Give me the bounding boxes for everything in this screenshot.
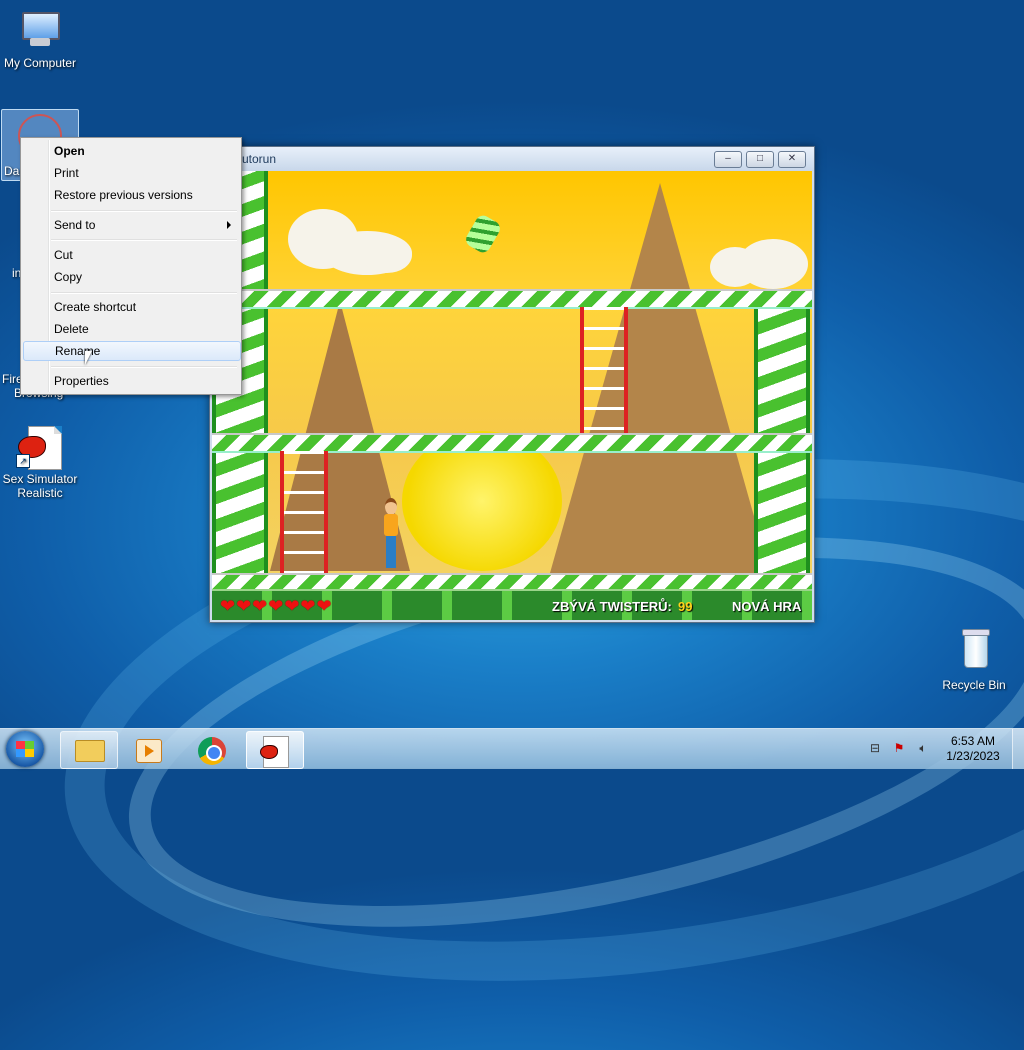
desktop-icon-recycle-bin[interactable]: Recycle Bin — [934, 629, 1014, 692]
desktop-icon-label: Sex Simulator Realistic — [2, 472, 78, 500]
taskbar-media-player[interactable] — [120, 731, 176, 767]
flag-icon[interactable]: ⚑ — [892, 741, 906, 755]
context-menu: Open Print Restore previous versions Sen… — [20, 137, 242, 395]
menu-separator — [51, 366, 237, 368]
show-desktop-button[interactable] — [1012, 729, 1024, 769]
cloud — [362, 237, 412, 273]
twister-candy — [463, 212, 503, 256]
menu-separator — [51, 239, 237, 241]
system-tray: ⊟ ⚑ 🔈︎ — [864, 739, 934, 759]
taskbar: ⊟ ⚑ 🔈︎ 6:53 AM 1/23/2023 — [0, 728, 1024, 769]
platform-floor — [212, 433, 812, 453]
desktop-icon-label: Da — [4, 164, 20, 178]
media-player-icon — [136, 739, 162, 763]
ladder — [280, 451, 328, 573]
window-titlebar[interactable]: utorun – □ ✕ — [210, 147, 814, 171]
shortcut-arrow-icon: ↗ — [16, 454, 30, 468]
candy-pillar — [754, 449, 810, 577]
clock-time: 6:53 AM — [950, 734, 996, 748]
game-window[interactable]: utorun – □ ✕ ❤❤❤❤❤❤❤ ZBÝVÁ TWISTERŮ: 99 — [209, 146, 815, 623]
candy-pillar — [754, 307, 810, 435]
window-title: utorun — [242, 152, 277, 166]
menu-item-print[interactable]: Print — [23, 163, 239, 183]
close-button[interactable]: ✕ — [778, 151, 806, 168]
menu-item-open[interactable]: Open — [23, 141, 239, 161]
mouse-cursor-icon — [85, 351, 99, 365]
taskbar-explorer[interactable] — [60, 731, 118, 769]
candy-pillar — [212, 449, 268, 577]
menu-item-rename[interactable]: Rename — [23, 341, 241, 361]
game-canvas[interactable]: ❤❤❤❤❤❤❤ ZBÝVÁ TWISTERŮ: 99 NOVÁ HRA — [212, 171, 812, 620]
computer-icon — [16, 8, 64, 52]
taskbar-game[interactable] — [246, 731, 304, 769]
document-icon: ↗ — [16, 424, 64, 470]
desktop-icon-my-computer[interactable]: My Computer — [0, 8, 80, 70]
start-icon — [16, 741, 34, 757]
remaining-count: 99 — [678, 599, 693, 614]
menu-item-create-shortcut[interactable]: Create shortcut — [23, 297, 239, 317]
menu-separator — [51, 210, 237, 212]
platform-floor — [212, 289, 812, 309]
recycle-bin-icon — [950, 629, 998, 674]
start-button[interactable] — [6, 731, 44, 767]
menu-separator — [51, 292, 237, 294]
submenu-arrow-icon — [227, 221, 231, 229]
clock-date: 1/23/2023 — [946, 749, 1000, 763]
remaining-label: ZBÝVÁ TWISTERŮ: — [552, 599, 672, 614]
ladder — [580, 307, 628, 433]
menu-item-send-to[interactable]: Send to — [23, 215, 239, 235]
lives-hearts: ❤❤❤❤❤❤❤ — [220, 596, 333, 616]
menu-item-cut[interactable]: Cut — [23, 245, 239, 265]
desktop-icon-sex-simulator[interactable]: ↗ Sex Simulator Realistic — [0, 424, 80, 500]
menu-item-properties[interactable]: Properties — [23, 371, 239, 391]
network-icon[interactable]: ⊟ — [868, 741, 882, 755]
chrome-icon — [198, 737, 226, 765]
maximize-button[interactable]: □ — [746, 151, 774, 168]
folder-icon — [75, 740, 105, 762]
menu-item-copy[interactable]: Copy — [23, 267, 239, 287]
minimize-button[interactable]: – — [714, 151, 742, 168]
menu-item-delete[interactable]: Delete — [23, 319, 239, 339]
menu-item-restore-previous-versions[interactable]: Restore previous versions — [23, 185, 239, 205]
desktop-icon-label: Recycle Bin — [942, 678, 1006, 692]
clock[interactable]: 6:53 AM 1/23/2023 — [940, 734, 1006, 764]
player-character — [382, 498, 400, 570]
volume-icon[interactable]: 🔈︎ — [916, 741, 930, 755]
taskbar-chrome[interactable] — [184, 731, 240, 767]
desktop-icon-label: My Computer — [3, 56, 77, 70]
document-icon — [260, 736, 289, 768]
new-game-button[interactable]: NOVÁ HRA — [732, 599, 801, 614]
game-hud: ❤❤❤❤❤❤❤ ZBÝVÁ TWISTERŮ: 99 NOVÁ HRA — [212, 589, 812, 620]
